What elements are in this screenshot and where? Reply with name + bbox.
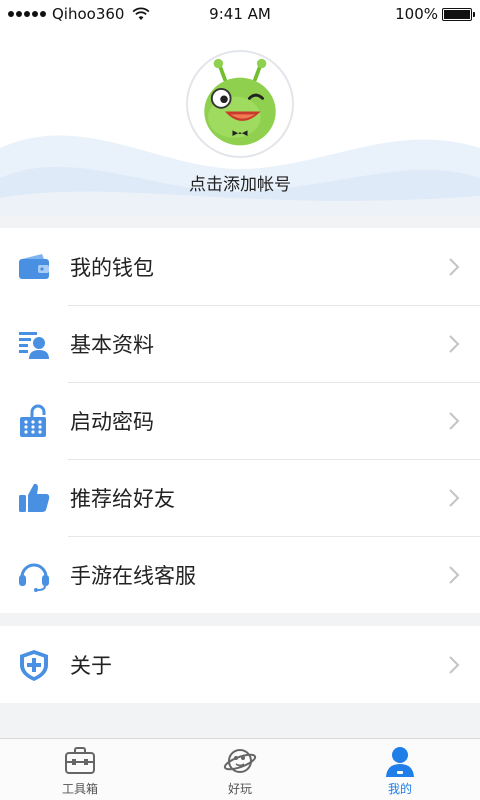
- tab-label: 好玩: [227, 782, 252, 796]
- chevron-right-icon: [449, 488, 460, 507]
- profile-header: 点击添加帐号: [0, 28, 480, 216]
- tab-toolbox[interactable]: 工具箱: [0, 739, 160, 800]
- menu-item-label: 基本资料: [70, 332, 154, 357]
- wallet-icon: [16, 249, 52, 285]
- signal-strength-icon: [8, 11, 46, 17]
- menu-item-about[interactable]: 关于: [0, 626, 480, 703]
- chevron-right-icon: [449, 334, 460, 353]
- about-section: 关于: [0, 626, 480, 703]
- toolbox-icon: [65, 747, 95, 774]
- tab-mine[interactable]: 我的: [320, 739, 480, 800]
- menu-item-startup-password[interactable]: 启动密码: [0, 382, 480, 459]
- menu-item-label: 启动密码: [70, 409, 154, 434]
- status-left: Qihoo360: [8, 5, 150, 23]
- planet-icon: [223, 749, 257, 773]
- status-right: 100%: [395, 5, 475, 23]
- menu-item-profile[interactable]: 基本资料: [0, 305, 480, 382]
- battery-icon: [442, 7, 475, 21]
- wifi-icon: [133, 7, 150, 20]
- chevron-right-icon: [449, 257, 460, 276]
- menu-item-label: 手游在线客服: [70, 563, 196, 588]
- add-account-link[interactable]: 点击添加帐号: [0, 170, 480, 195]
- battery-percent: 100%: [395, 5, 438, 23]
- headset-icon: [16, 557, 52, 593]
- chevron-right-icon: [449, 565, 460, 584]
- shield-plus-icon: [16, 647, 52, 683]
- chevron-right-icon: [449, 655, 460, 674]
- menu-item-label: 关于: [70, 653, 112, 678]
- tab-label: 工具箱: [61, 782, 98, 796]
- carrier-name: Qihoo360: [52, 5, 125, 23]
- thumbs-up-icon: [16, 480, 52, 516]
- person-icon: [386, 747, 414, 777]
- battery-fill: [444, 9, 470, 19]
- keypad-lock-icon: [16, 403, 52, 439]
- green-alien-mascot-icon: [204, 58, 276, 146]
- tab-label: 我的: [387, 782, 412, 796]
- tab-bar: 工具箱 好玩 我的: [0, 738, 480, 800]
- tab-fun[interactable]: 好玩: [160, 739, 320, 800]
- chevron-right-icon: [449, 411, 460, 430]
- menu-item-wallet[interactable]: 我的钱包: [0, 228, 480, 305]
- profile-card-icon: [16, 326, 52, 362]
- menu-list: 我的钱包 基本资料 启动密码 推荐给好友 手游在线客服: [0, 228, 480, 613]
- menu-item-label: 推荐给好友: [70, 486, 175, 511]
- menu-item-recommend[interactable]: 推荐给好友: [0, 459, 480, 536]
- menu-item-customer-service[interactable]: 手游在线客服: [0, 536, 480, 613]
- status-bar: Qihoo360 9:41 AM 100%: [0, 0, 480, 28]
- menu-item-label: 我的钱包: [70, 255, 154, 280]
- screen: Qihoo360 9:41 AM 100% 点击添加帐号 我的钱包 基本资料 启…: [0, 0, 480, 800]
- avatar[interactable]: [186, 50, 294, 158]
